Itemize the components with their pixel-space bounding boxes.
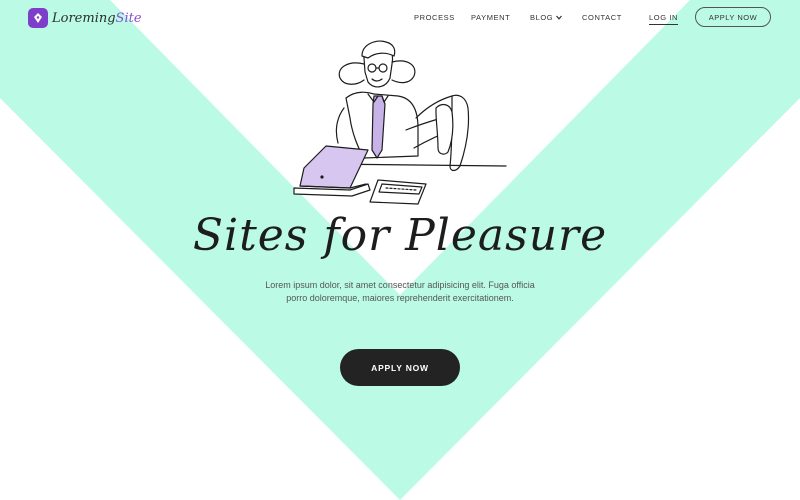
nav-blog[interactable]: BLOG bbox=[530, 13, 563, 22]
nav-login[interactable]: LOG IN bbox=[649, 13, 679, 25]
nav-blog-label: BLOG bbox=[530, 13, 554, 22]
nav-contact[interactable]: CONTACT bbox=[582, 13, 622, 22]
top-navbar: LoremingSite PROCESS PAYMENT BLOG CONTAC… bbox=[0, 0, 800, 36]
apply-now-nav-button[interactable]: APPLY NOW bbox=[695, 7, 771, 27]
nav-payment[interactable]: PAYMENT bbox=[471, 13, 510, 22]
hero-subtext: Lorem ipsum dolor, sit amet consectetur … bbox=[265, 280, 535, 303]
logo-wordmark: LoremingSite bbox=[52, 11, 142, 26]
relaxed-man-illustration bbox=[293, 40, 507, 205]
nav-process[interactable]: PROCESS bbox=[414, 13, 455, 22]
chevron-down-icon bbox=[556, 15, 563, 20]
apply-now-hero-button[interactable]: APPLY NOW bbox=[340, 349, 460, 386]
logo-name-main: Loreming bbox=[52, 10, 116, 26]
hero-headline: Sites for Pleasure bbox=[192, 210, 608, 261]
logo-name-accent: Site bbox=[115, 10, 142, 26]
site-logo[interactable]: LoremingSite bbox=[28, 8, 142, 28]
pen-nib-icon bbox=[28, 8, 48, 28]
